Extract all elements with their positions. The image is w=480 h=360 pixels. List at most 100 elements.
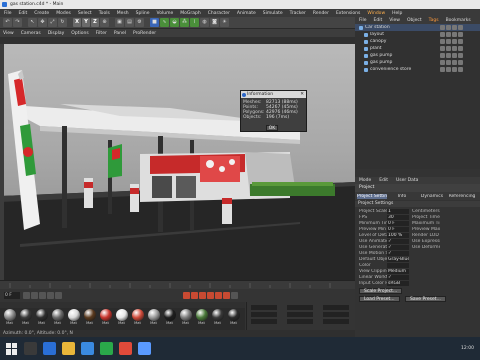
menu-item-volume[interactable]: Volume (157, 11, 174, 16)
tab-dynamics[interactable]: Dynamics (417, 194, 447, 199)
keyframe-icon[interactable] (199, 292, 206, 299)
tag-icon[interactable] (452, 53, 457, 58)
menu-item-simulate[interactable]: Simulate (263, 11, 283, 16)
select-tool-icon[interactable]: ↖ (28, 18, 37, 27)
tab-referencing[interactable]: Referencing (447, 194, 477, 199)
next-key-icon[interactable] (47, 292, 54, 299)
menu-item-file[interactable]: File (4, 11, 12, 16)
go-start-icon[interactable] (23, 292, 30, 299)
material-swatch[interactable]: Mat (146, 308, 161, 330)
tag-icon[interactable] (458, 67, 463, 72)
material-swatch[interactable]: Mat (114, 308, 129, 330)
viewport-menu-prorender[interactable]: ProRender (133, 31, 156, 36)
tag-icon[interactable] (446, 32, 451, 37)
scale-tool-icon[interactable]: ⤢ (48, 18, 57, 27)
object-row[interactable]: Car station (355, 24, 480, 31)
z-axis-icon[interactable]: Z (91, 18, 99, 27)
material-swatch[interactable]: Mat (2, 308, 17, 330)
attribute-value[interactable] (387, 262, 409, 268)
viewport-menu-panel[interactable]: Panel (114, 31, 126, 36)
tag-icon[interactable] (452, 39, 457, 44)
tag-icon[interactable] (440, 25, 445, 30)
material-swatch[interactable]: Mat (98, 308, 113, 330)
frame-field[interactable]: 0 F (4, 292, 20, 299)
menu-item-spline[interactable]: Spline (136, 11, 150, 16)
prev-key-icon[interactable] (31, 292, 38, 299)
attribute-value[interactable]: sRGB (387, 280, 409, 286)
tab-info[interactable]: Info (387, 194, 417, 199)
save-preset-button[interactable]: Save Preset... (405, 296, 446, 302)
chrome-icon[interactable] (119, 342, 132, 355)
cube-icon[interactable]: ■ (150, 18, 159, 27)
tag-icon[interactable] (446, 46, 451, 51)
attr-menu-user-data[interactable]: User Data (396, 178, 418, 183)
material-swatch[interactable]: Mat (194, 308, 209, 330)
move-tool-icon[interactable]: ✥ (38, 18, 47, 27)
om-menu-edit[interactable]: Edit (374, 18, 383, 23)
om-menu-tags[interactable]: Tags (429, 18, 439, 23)
attr-menu-edit[interactable]: Edit (379, 178, 388, 183)
nurbs-icon[interactable]: ◒ (170, 18, 179, 27)
tag-icon[interactable] (440, 39, 445, 44)
key-scale-icon[interactable] (215, 292, 222, 299)
material-swatch[interactable]: Mat (178, 308, 193, 330)
attr-menu-mode[interactable]: Mode (359, 178, 371, 183)
om-menu-view[interactable]: View (389, 18, 400, 23)
scene-icon[interactable]: ◍ (200, 18, 209, 27)
menu-item-tracker[interactable]: Tracker (290, 11, 306, 16)
coord-system-icon[interactable]: ⊕ (100, 18, 109, 27)
object-row[interactable]: canopy (355, 38, 480, 45)
tag-icon[interactable] (458, 25, 463, 30)
menu-item-select[interactable]: Select (78, 11, 92, 16)
menu-item-window[interactable]: Window (367, 11, 385, 16)
render-view-icon[interactable]: ▣ (115, 18, 124, 27)
play-icon[interactable] (39, 292, 46, 299)
rotate-tool-icon[interactable]: ↻ (58, 18, 67, 27)
material-swatch[interactable]: Mat (162, 308, 177, 330)
vscode-icon[interactable] (81, 342, 94, 355)
key-position-icon[interactable] (207, 292, 214, 299)
tag-icon[interactable] (452, 67, 457, 72)
tag-icon[interactable] (446, 60, 451, 65)
menu-item-mograph[interactable]: MoGraph (180, 11, 200, 16)
search-icon[interactable] (24, 342, 37, 355)
object-row[interactable]: plant (355, 45, 480, 52)
material-swatch[interactable]: Mat (50, 308, 65, 330)
menu-item-extensions[interactable]: Extensions (336, 11, 360, 16)
load-preset-button[interactable]: Load Preset... (359, 296, 400, 302)
object-row[interactable]: gas pump (355, 59, 480, 66)
x-axis-icon[interactable]: X (73, 18, 81, 27)
attribute-value[interactable]: ✓ (387, 244, 409, 250)
windows-start-icon[interactable] (6, 342, 18, 355)
tag-icon[interactable] (440, 32, 445, 37)
tag-icon[interactable] (458, 60, 463, 65)
tag-icon[interactable] (458, 46, 463, 51)
menu-item-modes[interactable]: Modes (56, 11, 71, 16)
menu-item-animate[interactable]: Animate (237, 11, 256, 16)
tag-icon[interactable] (452, 60, 457, 65)
attribute-value[interactable]: 30 (387, 214, 409, 220)
deformer-icon[interactable]: ⌇ (190, 18, 199, 27)
attribute-value[interactable]: ✓ (387, 238, 409, 244)
file-explorer-icon[interactable] (62, 342, 75, 355)
record-icon[interactable] (183, 292, 190, 299)
ok-button[interactable]: OK (266, 125, 278, 131)
autokey-icon[interactable] (191, 292, 198, 299)
tag-icon[interactable] (440, 67, 445, 72)
attribute-value[interactable]: Medium (387, 268, 409, 274)
scale-project-button[interactable]: Scale Project... (359, 288, 403, 294)
tag-icon[interactable] (452, 32, 457, 37)
menu-item-edit[interactable]: Edit (19, 11, 28, 16)
om-menu-object[interactable]: Object (407, 18, 422, 23)
attribute-value[interactable]: Gray-Blue (387, 256, 409, 262)
material-swatch[interactable]: Mat (82, 308, 97, 330)
tag-icon[interactable] (446, 25, 451, 30)
menu-item-character[interactable]: Character (208, 11, 230, 16)
render-settings-icon[interactable]: ⚙ (135, 18, 144, 27)
edge-browser-icon[interactable] (43, 342, 56, 355)
om-menu-bookmarks[interactable]: Bookmarks (446, 18, 471, 23)
y-axis-icon[interactable]: Y (82, 18, 90, 27)
viewport-menu-cameras[interactable]: Cameras (21, 31, 41, 36)
tag-icon[interactable] (452, 25, 457, 30)
material-swatch[interactable]: Mat (130, 308, 145, 330)
